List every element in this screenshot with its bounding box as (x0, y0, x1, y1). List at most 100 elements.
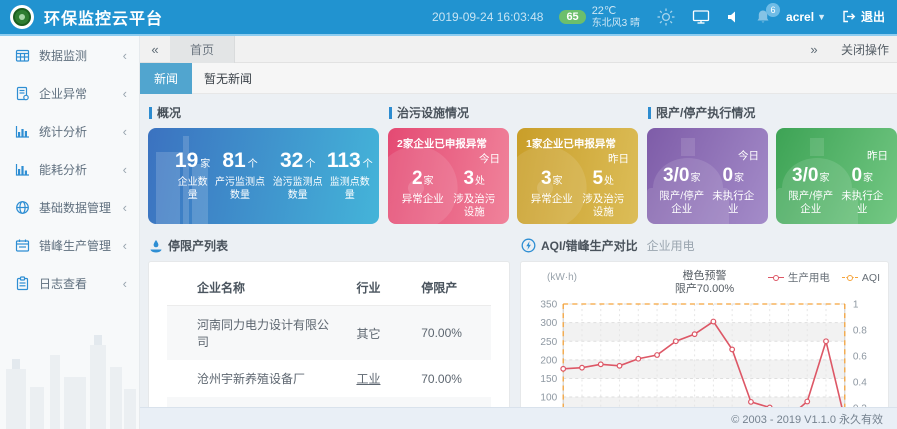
notification-count-badge: 6 (766, 3, 780, 17)
panel-restriction-list: 停限产列表 企业名称 行业 停限产 (148, 237, 510, 407)
notifications-bell[interactable]: 6 (756, 9, 770, 24)
sidebar-nav: 数据监测 ‹ 企业异常 ‹ 统计分析 ‹ 能耗分析 ‹ 基础数据管理 ‹ (0, 36, 140, 429)
svg-text:1: 1 (853, 300, 859, 311)
sidebar-item-data-monitoring[interactable]: 数据监测 ‹ (0, 36, 139, 74)
sidebar-item-label: 日志查看 (39, 275, 123, 292)
card-headline: 2家企业已申报异常 (397, 136, 500, 151)
weather-widget: 65 22℃ 东北风3 晴 (559, 5, 640, 29)
chevron-left-icon: ‹ (123, 238, 127, 253)
panel-title: 治污设施情况 (397, 104, 469, 121)
footer: © 2003 - 2019 V1.1.0 永久有效 (140, 407, 897, 429)
chevron-left-icon: ‹ (123, 162, 127, 177)
sidebar-item-enterprise-abnormal[interactable]: 企业异常 ‹ (0, 74, 139, 112)
chevron-left-icon: ‹ (123, 200, 127, 215)
sidebar-item-peak-production-management[interactable]: 错峰生产管理 ‹ (0, 226, 139, 264)
title-accent-bar (648, 107, 651, 119)
chevron-left-icon: ‹ (123, 276, 127, 291)
sidebar-item-label: 统计分析 (39, 123, 123, 140)
stat-pollution-source-points: 81个 产污监测点数量 (211, 150, 269, 202)
sidebar-item-statistics-analysis[interactable]: 统计分析 ‹ (0, 112, 139, 150)
period-label: 昨日 (526, 151, 629, 166)
line-marker-icon (768, 275, 784, 280)
wind-condition-label: 东北风3 晴 (592, 18, 640, 30)
close-operations-menu[interactable]: 关闭操作 (841, 41, 889, 58)
panel-title: AQI/错峰生产对比 (541, 237, 638, 254)
panel-title: 停限产列表 (168, 237, 228, 254)
user-menu[interactable]: acrel ▼ (786, 10, 826, 24)
app-window: 环保监控云平台 2019-09-24 16:03:48 65 22℃ 东北风3 … (0, 0, 897, 429)
logout-button[interactable]: 退出 (842, 8, 885, 25)
tab-home[interactable]: 首页 (170, 36, 235, 63)
username-label: acrel (786, 10, 814, 24)
aqi-badge: 65 (559, 10, 585, 24)
title-accent-bar (389, 107, 392, 119)
stat-treatment-points: 32个 治污监测点数量 (269, 150, 327, 202)
period-label: 今日 (656, 148, 759, 163)
city-skyline-watermark (0, 309, 140, 429)
top-header: 环保监控云平台 2019-09-24 16:03:48 65 22℃ 东北风3 … (0, 0, 897, 36)
globe-icon (14, 199, 30, 215)
dashboard-content: 概况 19家 企业数量 81个 产污监测点数量 (140, 94, 897, 407)
panel-treatment-facilities: 治污设施情况 2家企业已申报异常 今日 2家 3处 (388, 104, 638, 224)
svg-text:200: 200 (540, 355, 557, 366)
table-row[interactable]: 沧州天兴包装制品有限公司 其它 70.00% (167, 397, 491, 407)
dashed-line-marker-icon (842, 275, 858, 280)
panel-title: 概况 (157, 104, 181, 121)
period-label: 昨日 (785, 148, 888, 163)
chevron-left-icon: ‹ (123, 48, 127, 63)
tab-news[interactable]: 新闻 (140, 63, 192, 94)
tab-bar: « 首页 » 关闭操作 (140, 36, 897, 63)
svg-text:350: 350 (540, 300, 557, 311)
chart-title: 橙色预警 限产70.00% (529, 270, 880, 296)
svg-text:150: 150 (540, 374, 557, 385)
sidebar-item-log-view[interactable]: 日志查看 ‹ (0, 264, 139, 302)
period-label: 今日 (397, 151, 500, 166)
app-title: 环保监控云平台 (44, 5, 163, 29)
bar-chart-icon (14, 161, 30, 177)
treatment-today-card: 2家企业已申报异常 今日 2家 3处 异常企业 涉及治污设施 (388, 128, 509, 224)
calendar-icon (14, 237, 30, 253)
chevron-left-icon: ‹ (123, 86, 127, 101)
clipboard-icon (14, 275, 30, 291)
aqi-chart-card: (kW·h) 橙色预警 限产70.00% 生产用电 AQI 3 (520, 261, 889, 407)
sidebar-item-energy-analysis[interactable]: 能耗分析 ‹ (0, 150, 139, 188)
production-power-line-chart[interactable]: 35030025020015010010.80.60.40.2 (529, 298, 880, 407)
svg-text:0.4: 0.4 (853, 378, 867, 389)
svg-text:0.6: 0.6 (853, 352, 867, 363)
stat-monitor-points: 113个 监测点数量 (327, 150, 374, 202)
datetime-label: 2019-09-24 16:03:48 (432, 10, 543, 24)
sun-weather-icon (656, 7, 676, 27)
svg-text:250: 250 (540, 337, 557, 348)
temperature-label: 22℃ (592, 5, 640, 18)
table-row[interactable]: 沧州宇新养殖设备厂 工业 70.00% (167, 360, 491, 397)
column-header: 行业 (348, 270, 413, 306)
sidebar-item-label: 能耗分析 (39, 161, 123, 178)
column-header: 停限产 (413, 270, 491, 306)
monitor-icon[interactable] (692, 9, 710, 25)
panel-title: 限产/停产执行情况 (656, 104, 755, 121)
news-bar: 新闻 暂无新闻 (140, 63, 897, 94)
copyright-label: © 2003 - 2019 V1.1.0 永久有效 (731, 411, 883, 427)
scroll-tabs-right-icon[interactable]: » (799, 42, 829, 57)
speaker-icon[interactable] (726, 10, 740, 24)
sidebar-item-base-data-management[interactable]: 基础数据管理 ‹ (0, 188, 139, 226)
panel-aqi-comparison: AQI/错峰生产对比 企业用电 (kW·h) 橙色预警 限产70.00% (520, 237, 889, 407)
panel-subtitle: 企业用电 (647, 237, 695, 254)
panel-production-restriction: 限产/停产执行情况 今日 3/0家 0家 限产/停产企业 (647, 104, 897, 224)
calendar-grid-icon (14, 47, 30, 63)
document-gear-icon (14, 85, 30, 101)
sidebar-item-label: 数据监测 (39, 47, 123, 64)
bar-chart-icon (14, 123, 30, 139)
treatment-yesterday-card: 1家企业已申报异常 昨日 3家 5处 异常企业 涉及治污设施 (517, 128, 638, 224)
power-bolt-icon (521, 238, 536, 253)
restriction-yesterday-card: 昨日 3/0家 0家 限产/停产企业 未执行企业 (776, 128, 897, 224)
faucet-icon (149, 239, 163, 253)
table-row[interactable]: 河南同力电力设计有限公司 其它 70.00% (167, 306, 491, 361)
industry-link[interactable]: 工业 (356, 372, 380, 386)
restriction-table-card: 企业名称 行业 停限产 河南同力电力设计有限公司 其它 (148, 261, 510, 407)
stat-enterprise-count: 19家 企业数量 (174, 150, 211, 202)
news-empty-text: 暂无新闻 (204, 70, 252, 87)
svg-text:0.8: 0.8 (853, 326, 867, 337)
scroll-tabs-left-icon[interactable]: « (140, 42, 170, 57)
sidebar-item-label: 基础数据管理 (39, 199, 123, 216)
